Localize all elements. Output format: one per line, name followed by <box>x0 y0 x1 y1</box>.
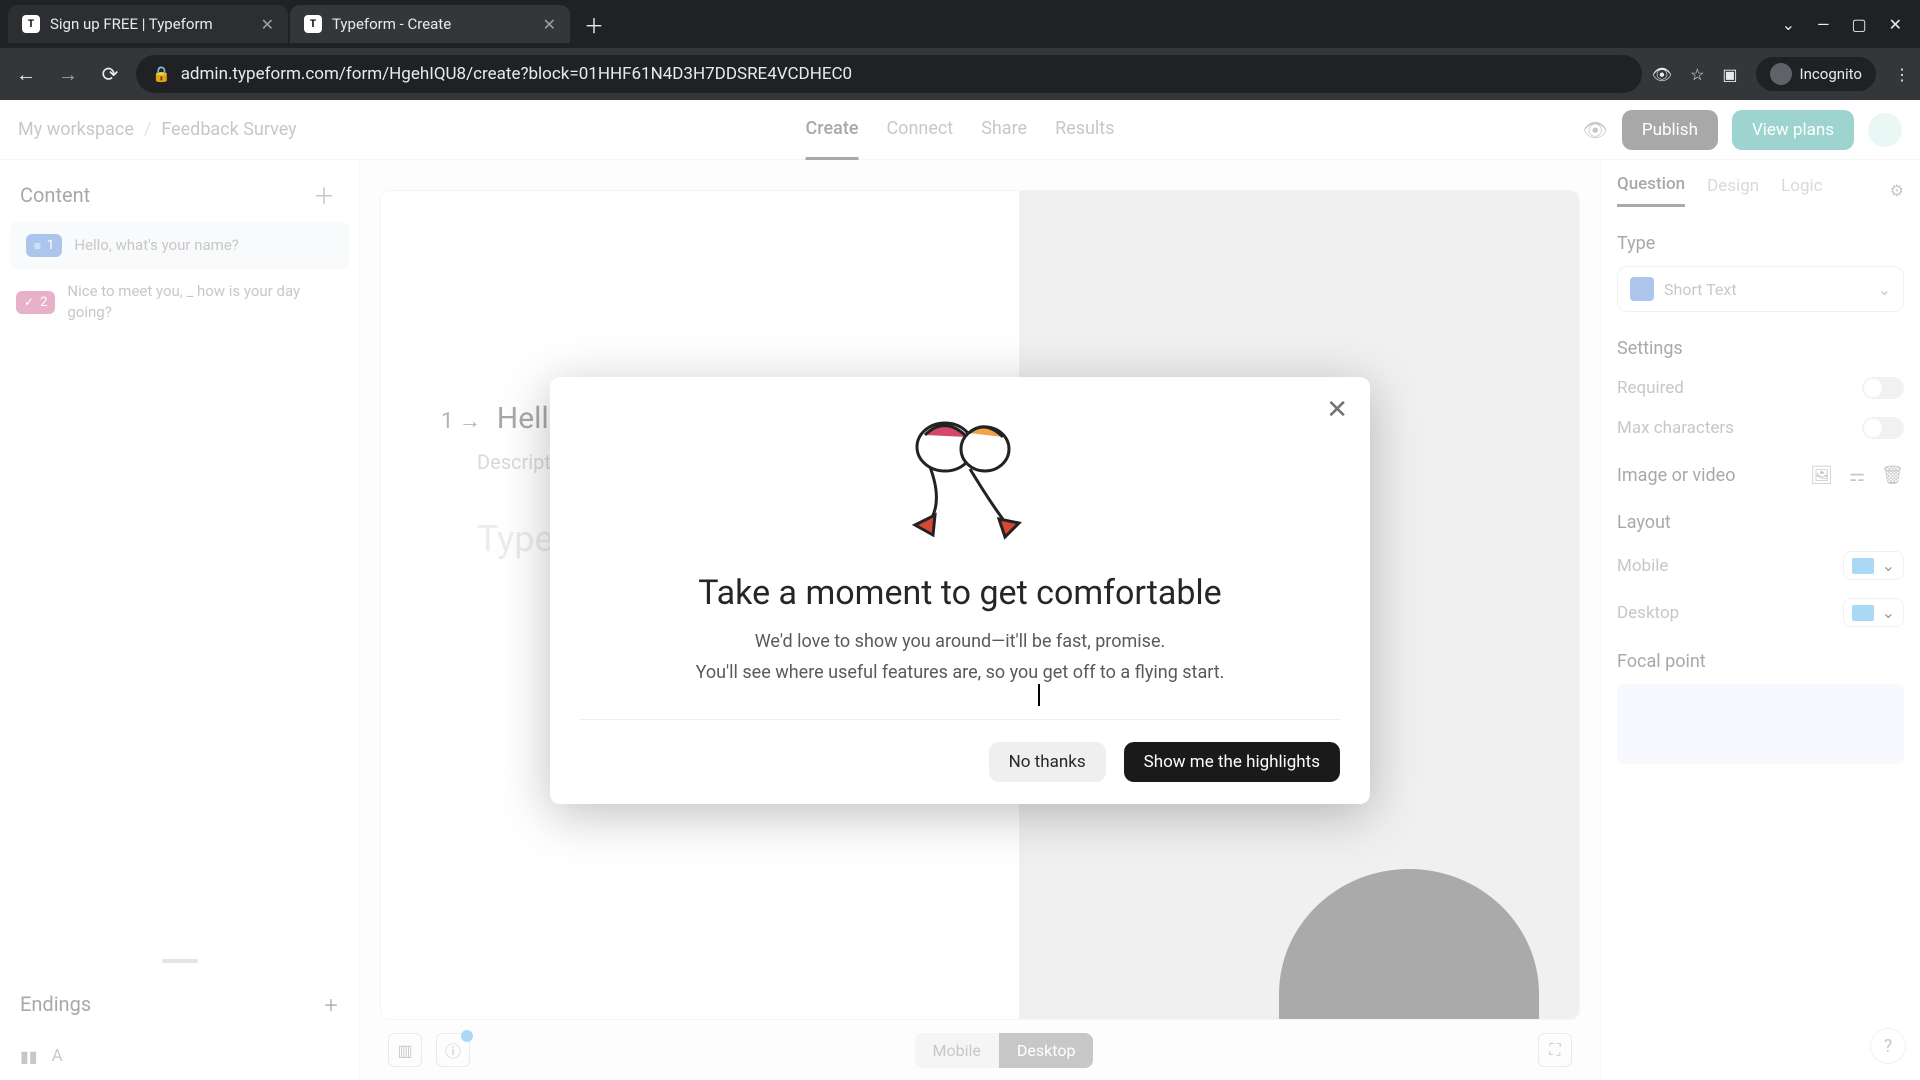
star-icon[interactable]: ☆ <box>1690 65 1704 84</box>
minimize-icon[interactable]: — <box>1817 15 1830 34</box>
kebab-menu-icon[interactable]: ⋮ <box>1894 65 1910 84</box>
reload-button[interactable]: ⟳ <box>94 62 126 86</box>
close-icon[interactable]: ✕ <box>261 15 274 34</box>
incognito-label: Incognito <box>1800 65 1862 83</box>
favicon: T <box>304 15 322 33</box>
tab-title: Typeform - Create <box>332 15 533 33</box>
eye-off-icon[interactable]: 👁 <box>1652 65 1672 84</box>
incognito-icon <box>1770 63 1792 85</box>
extension-icon[interactable]: ▣ <box>1722 65 1737 84</box>
url-text: admin.typeform.com/form/HgehIQU8/create?… <box>181 64 852 84</box>
modal-text-2-wrap: You'll see where useful features are, so… <box>580 662 1340 683</box>
incognito-chip[interactable]: Incognito <box>1756 57 1876 91</box>
no-thanks-button[interactable]: No thanks <box>989 742 1106 782</box>
close-icon[interactable]: ✕ <box>1326 395 1348 425</box>
chevron-down-icon[interactable]: ⌄ <box>1782 15 1795 34</box>
favicon: T <box>22 15 40 33</box>
back-button[interactable]: ← <box>10 62 42 87</box>
modal-text-1: We'd love to show you around—it'll be fa… <box>580 631 1340 652</box>
close-window-icon[interactable]: ✕ <box>1889 15 1902 34</box>
forward-button[interactable]: → <box>52 62 84 87</box>
close-icon[interactable]: ✕ <box>543 15 556 34</box>
onboarding-modal: ✕ Take a moment to get comfortable We'd <box>550 377 1370 804</box>
app-root: My workspace / Feedback Survey Create Co… <box>0 100 1920 1080</box>
modal-title: Take a moment to get comfortable <box>580 573 1340 613</box>
text-cursor <box>1038 684 1040 706</box>
browser-tab-2[interactable]: T Typeform - Create ✕ <box>290 5 570 43</box>
browser-tabbar: T Sign up FREE | Typeform ✕ T Typeform -… <box>0 0 1920 48</box>
modal-text-2: You'll see where useful features are, so… <box>696 662 1225 683</box>
window-controls: ⌄ — ▢ ✕ <box>1772 15 1912 34</box>
maximize-icon[interactable]: ▢ <box>1851 15 1866 34</box>
address-bar: ← → ⟳ 🔒 admin.typeform.com/form/HgehIQU8… <box>0 48 1920 100</box>
url-field[interactable]: 🔒 admin.typeform.com/form/HgehIQU8/creat… <box>136 55 1642 93</box>
modal-wrap: ✕ Take a moment to get comfortable We'd <box>0 100 1920 1080</box>
modal-illustration <box>580 407 1340 547</box>
new-tab-button[interactable]: ＋ <box>572 10 616 39</box>
browser-tab-1[interactable]: T Sign up FREE | Typeform ✕ <box>8 5 288 43</box>
show-highlights-button[interactable]: Show me the highlights <box>1124 742 1340 782</box>
tab-title: Sign up FREE | Typeform <box>50 15 251 33</box>
lock-icon: 🔒 <box>152 65 171 83</box>
